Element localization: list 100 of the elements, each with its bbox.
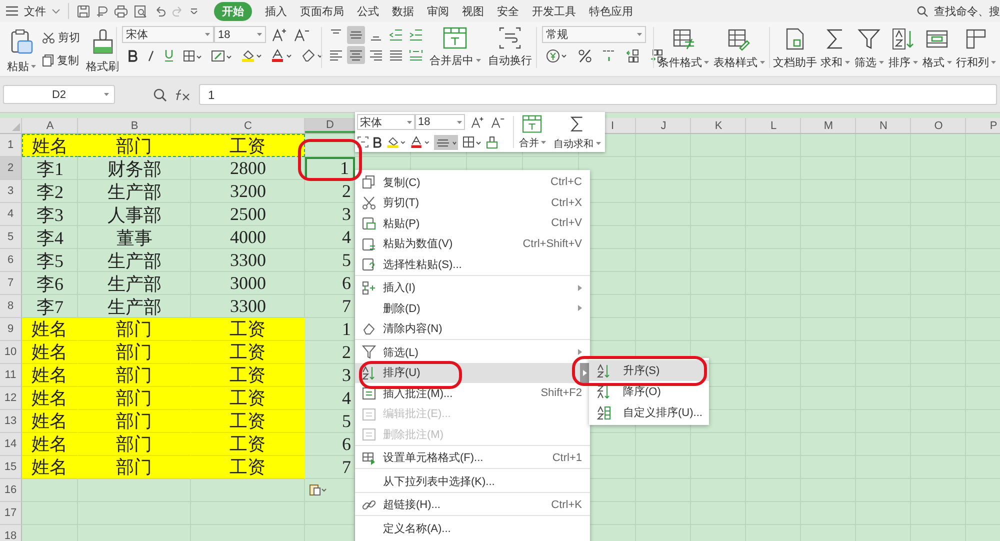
percent-icon[interactable] [578,49,592,63]
fill-color-icon[interactable] [241,49,262,62]
font-name-field[interactable]: 宋体 [122,26,214,43]
ribbon-tab[interactable]: 数据 [392,2,414,20]
column-header[interactable]: I [610,120,614,132]
customize-icon[interactable] [190,8,198,14]
menu-item[interactable]: 粘贴(P) Ctrl+V [355,213,590,234]
toolbar-button[interactable]: 求和 [818,24,852,76]
ribbon-tab[interactable]: 公式 [357,2,379,20]
menu-item[interactable]: 从下拉列表中选择(K)... [355,471,590,492]
search-icon[interactable] [917,6,928,16]
underline-icon[interactable] [164,49,174,62]
toolbar-button[interactable]: 表格样式 [711,24,767,76]
align-icon[interactable] [347,26,365,44]
merge-button[interactable]: 合并 [516,112,548,152]
ribbon-tab[interactable]: 特色应用 [589,2,633,20]
bold-icon[interactable] [128,50,138,62]
menu-item[interactable]: 清除内容(N) [355,318,590,340]
row-header[interactable]: 3 [0,180,22,203]
menu-item[interactable]: 排序(U) [355,362,590,383]
italic-icon[interactable] [147,50,155,62]
column-header[interactable]: L [770,120,777,132]
column-header[interactable]: M [824,120,834,132]
column-header[interactable]: N [880,120,888,132]
menu-item[interactable]: 定义名称(A)... [355,518,590,538]
row-header[interactable]: 2 [0,157,22,180]
menu-item[interactable]: 粘贴为数值(V) Ctrl+Shift+V [355,234,590,254]
wrap-text-button[interactable]: 自动换行 [486,24,534,76]
name-box[interactable]: D2 [3,85,115,104]
formula-field[interactable]: 1 [199,84,997,105]
autosum-button[interactable]: 自动求和 [551,112,603,152]
row-header[interactable]: 14 [0,433,22,456]
menu-item[interactable]: 设置单元格格式(F)... Ctrl+1 [355,448,590,469]
borders-icon[interactable] [183,50,202,62]
grow-font-icon[interactable] [272,28,288,42]
align-icon[interactable] [347,46,365,64]
toolbar-button[interactable]: 排序 [886,24,920,76]
column-header[interactable]: O [934,120,943,132]
paste-options-icon[interactable] [309,484,327,496]
row-header[interactable]: 17 [0,502,22,525]
wrap-text-icon[interactable] [357,136,369,148]
shrink-font-icon[interactable] [294,28,310,42]
number-format-field[interactable]: 常规 [542,26,646,43]
row-header[interactable]: 9 [0,318,22,341]
menu-item[interactable]: 剪切(T) Ctrl+X [355,192,590,213]
thousands-separator-icon[interactable] [602,49,616,63]
ribbon-tab[interactable]: 插入 [265,2,287,20]
toolbar-button[interactable]: 格式 [920,24,954,76]
paint-brush-icon[interactable] [486,136,498,148]
row-header[interactable]: 16 [0,479,22,502]
align-icon[interactable] [434,134,458,150]
function-icon[interactable] [175,88,191,100]
column-header[interactable]: B [78,118,191,133]
export-icon[interactable] [96,4,108,18]
paste-button[interactable]: 粘贴 [5,26,38,77]
row-header[interactable]: 6 [0,249,22,272]
increase-decimal-icon[interactable] [626,49,640,63]
zoom-icon[interactable] [153,88,167,102]
row-header[interactable]: 10 [0,341,22,364]
column-header[interactable]: D [305,118,355,133]
menu-item[interactable]: 选择性粘贴(S)... [355,254,590,276]
command-search[interactable]: 查找命令、搜 [934,4,1000,18]
ribbon-tab[interactable]: 安全 [497,2,519,20]
row-header[interactable]: 11 [0,364,22,387]
undo-icon[interactable] [154,6,166,16]
row-header[interactable]: 1 [0,134,22,157]
shrink-font-icon[interactable] [491,116,505,128]
menu-item[interactable]: 筛选(L) [355,342,590,362]
row-header[interactable]: 4 [0,203,22,226]
bold-icon[interactable] [373,136,382,148]
menu-item[interactable]: 自定义排序(U)... [589,402,709,423]
row-header[interactable]: 13 [0,410,22,433]
cell-style-icon[interactable] [211,50,232,62]
column-header[interactable]: J [660,120,666,132]
menu-item[interactable]: 删除(D) [355,298,590,318]
row-header[interactable]: 8 [0,295,22,318]
ribbon-tab[interactable]: 视图 [462,2,484,20]
row-header[interactable]: 12 [0,387,22,410]
eraser-icon[interactable] [301,49,323,62]
font-color-icon[interactable] [271,49,292,62]
ribbon-tab[interactable]: 开发工具 [532,2,576,20]
column-header[interactable]: K [714,120,722,132]
toolbar-button[interactable]: 行和列 [954,24,998,76]
menu-item[interactable]: 复制(C) Ctrl+C [355,172,590,192]
toolbar-button[interactable]: 条件格式 [656,24,711,76]
font-color-icon[interactable] [410,136,430,148]
ribbon-tab[interactable]: 审阅 [427,2,449,20]
column-header[interactable]: C [191,118,305,133]
merge-center-button[interactable]: 合并居中 [424,24,486,76]
copy-button[interactable]: 复制 [42,53,80,68]
row-header[interactable]: 5 [0,226,22,249]
save-icon[interactable] [77,4,90,18]
currency-icon[interactable] [546,49,568,63]
print-preview-icon[interactable] [134,4,148,18]
menu-item[interactable]: 升序(S) [589,360,709,381]
row-header[interactable]: 18 [0,525,22,541]
font-size-field[interactable]: 18 [415,114,465,130]
fill-color-icon[interactable] [386,136,406,148]
font-size-field[interactable]: 18 [214,26,266,43]
menu-item[interactable]: 超链接(H)... Ctrl+K [355,494,590,516]
